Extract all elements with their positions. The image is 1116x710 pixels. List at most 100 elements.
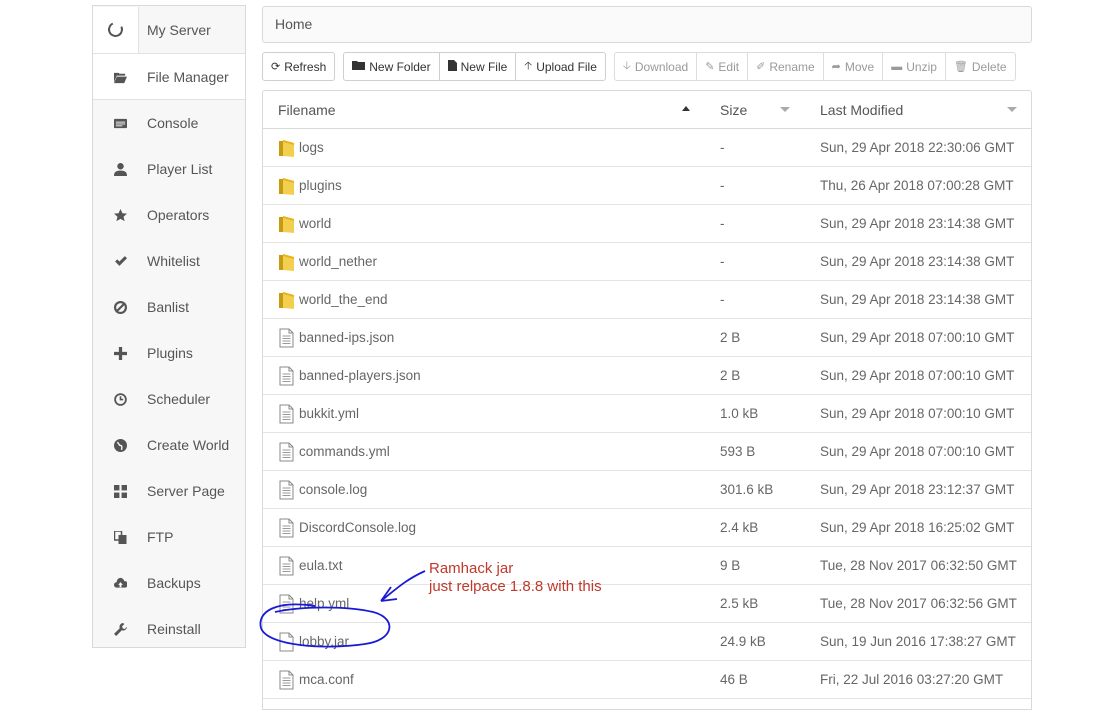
cell-filename[interactable]: lobby.jar <box>263 632 705 652</box>
cell-size: 2.5 kB <box>720 596 759 611</box>
cell-size: 9 B <box>720 558 741 573</box>
table-row[interactable]: banned-players.json 2 B Sun, 29 Apr 2018 0… <box>263 357 1031 395</box>
sidebar-item-banlist[interactable]: Banlist <box>93 284 245 330</box>
table-row[interactable]: help.yml 2.5 kB Tue, 28 Nov 2017 06:32:56 … <box>263 585 1031 623</box>
cell-size: - <box>720 292 725 307</box>
text-file-icon <box>278 328 295 348</box>
table-header: Filename Size Last Modified <box>263 91 1031 129</box>
cell-filename[interactable]: commands.yml <box>263 442 705 462</box>
cell-filename[interactable]: logs <box>263 138 705 158</box>
sidebar-item-label: Create World <box>147 437 230 453</box>
table-row[interactable]: bukkit.yml 1.0 kB Sun, 29 Apr 2018 07:00:1… <box>263 395 1031 433</box>
filename-text[interactable]: logs <box>299 140 324 155</box>
cell-last-modified: Sun, 29 Apr 2018 23:14:38 GMT <box>820 216 1015 231</box>
cell-filename[interactable]: world <box>263 214 705 234</box>
filename-text[interactable]: eula.txt <box>299 558 343 573</box>
table-row[interactable]: lobby.jar 24.9 kB Sun, 19 Jun 2016 17:38:2… <box>263 623 1031 661</box>
sidebar-item-file-manager[interactable]: File Manager <box>93 54 245 100</box>
table-row[interactable]: banned-ips.json 2 B Sun, 29 Apr 2018 07:00… <box>263 319 1031 357</box>
upload-file-button[interactable]: 🡡 Upload File <box>516 53 605 80</box>
filename-text[interactable]: banned-ips.json <box>299 330 394 345</box>
column-size[interactable]: Size <box>705 91 805 128</box>
filename-text[interactable]: DiscordConsole.log <box>299 520 416 535</box>
cell-filename[interactable]: help.yml <box>263 594 705 614</box>
text-file-icon <box>278 556 295 576</box>
sidebar-item-player-list[interactable]: Player List <box>93 146 245 192</box>
cell-filename[interactable]: console.log <box>263 480 705 500</box>
delete-label: Delete <box>971 59 1007 74</box>
table-row[interactable]: eula.txt 9 B Tue, 28 Nov 2017 06:32:50 GMT <box>263 547 1031 585</box>
filename-text[interactable]: commands.yml <box>299 444 390 459</box>
filename-text[interactable]: world_the_end <box>299 292 388 307</box>
table-row[interactable]: plugins - Thu, 26 Apr 2018 07:00:28 GMT <box>263 167 1031 205</box>
sort-asc-icon <box>682 106 690 111</box>
cell-filename[interactable]: DiscordConsole.log <box>263 518 705 538</box>
cell-filename[interactable]: bukkit.yml <box>263 404 705 424</box>
table-row[interactable]: DiscordConsole.log 2.4 kB Sun, 29 Apr 2018… <box>263 509 1031 547</box>
table-row[interactable]: logs - Sun, 29 Apr 2018 22:30:06 GMT <box>263 129 1031 167</box>
copy-icon <box>93 530 147 544</box>
sidebar-item-whitelist[interactable]: Whitelist <box>93 238 245 284</box>
table-row[interactable]: console.log 301.6 kB Sun, 29 Apr 2018 23:1… <box>263 471 1031 509</box>
filename-text[interactable]: world <box>299 216 331 231</box>
text-file-icon <box>278 518 295 538</box>
breadcrumb-home[interactable]: Home <box>275 16 312 32</box>
cell-last-modified: Sun, 29 Apr 2018 23:12:37 GMT <box>820 482 1015 497</box>
sidebar-item-scheduler[interactable]: Scheduler <box>93 376 245 422</box>
sidebar-item-label: File Manager <box>147 69 229 85</box>
table-row[interactable]: world_nether - Sun, 29 Apr 2018 23:14:38 G… <box>263 243 1031 281</box>
filename-text[interactable]: lobby.jar <box>299 634 349 649</box>
edit-button[interactable]: ✎ Edit <box>697 53 749 80</box>
filename-text[interactable]: bukkit.yml <box>299 406 359 421</box>
filename-text[interactable]: console.log <box>299 482 367 497</box>
archive-icon: ▬ <box>891 60 903 73</box>
filename-text[interactable]: mca.conf <box>299 672 354 687</box>
filename-text[interactable]: plugins <box>299 178 342 193</box>
sidebar-item-plugins[interactable]: Plugins <box>93 330 245 376</box>
sidebar-item-backups[interactable]: Backups <box>93 560 245 606</box>
server-selector[interactable]: My Server <box>93 6 245 54</box>
sidebar-item-label: Reinstall <box>147 621 201 637</box>
wrench-icon <box>93 622 147 636</box>
table-row[interactable]: world - Sun, 29 Apr 2018 23:14:38 GMT <box>263 205 1031 243</box>
text-file-icon <box>278 442 295 462</box>
sidebar: My Server File Manager Console Player List… <box>92 5 246 648</box>
cell-size: - <box>720 216 725 231</box>
sidebar-item-console[interactable]: Console <box>93 100 245 146</box>
cell-filename[interactable]: banned-players.json <box>263 366 705 386</box>
cell-filename[interactable]: world_nether <box>263 252 705 272</box>
breadcrumb[interactable]: Home <box>262 6 1032 43</box>
column-filename[interactable]: Filename <box>263 91 705 128</box>
table-row[interactable]: world_the_end - Sun, 29 Apr 2018 23:14:38 … <box>263 281 1031 319</box>
arrow-up-icon: 🡡 <box>524 60 533 72</box>
cell-filename[interactable]: plugins <box>263 176 705 196</box>
filename-text[interactable]: banned-players.json <box>299 368 421 383</box>
folder-icon <box>278 290 295 310</box>
unzip-button[interactable]: ▬ Unzip <box>883 53 946 80</box>
sidebar-item-server-page[interactable]: Server Page <box>93 468 245 514</box>
cell-filename[interactable]: world_the_end <box>263 290 705 310</box>
delete-button[interactable]: 🗑 Delete <box>946 53 1015 80</box>
refresh-button[interactable]: ⟳ Refresh <box>263 53 334 80</box>
sidebar-item-create-world[interactable]: Create World <box>93 422 245 468</box>
cell-filename[interactable]: mca.conf <box>263 670 705 690</box>
download-button[interactable]: 🡣 Download <box>615 53 698 80</box>
move-button[interactable]: ➦ Move <box>824 53 884 80</box>
server-status-icon <box>93 6 139 53</box>
sidebar-item-ftp[interactable]: FTP <box>93 514 245 560</box>
cell-filename[interactable]: banned-ips.json <box>263 328 705 348</box>
table-row[interactable]: mca.conf 46 B Fri, 22 Jul 2016 03:27:20 GM… <box>263 661 1031 699</box>
cell-size: - <box>720 140 725 155</box>
filename-text[interactable]: help.yml <box>299 596 349 611</box>
new-file-button[interactable]: New File <box>440 53 517 80</box>
sort-icon <box>1007 107 1017 112</box>
column-last-modified[interactable]: Last Modified <box>805 91 1031 128</box>
server-label: My Server <box>147 21 211 38</box>
new-folder-button[interactable]: New Folder <box>344 53 440 80</box>
sidebar-item-operators[interactable]: Operators <box>93 192 245 238</box>
rename-button[interactable]: ✐ Rename <box>748 53 824 80</box>
table-row[interactable]: commands.yml 593 B Sun, 29 Apr 2018 07:00:… <box>263 433 1031 471</box>
filename-text[interactable]: world_nether <box>299 254 377 269</box>
annotation-line-1: Ramhack jar <box>429 560 514 577</box>
sidebar-item-reinstall[interactable]: Reinstall <box>93 606 245 652</box>
